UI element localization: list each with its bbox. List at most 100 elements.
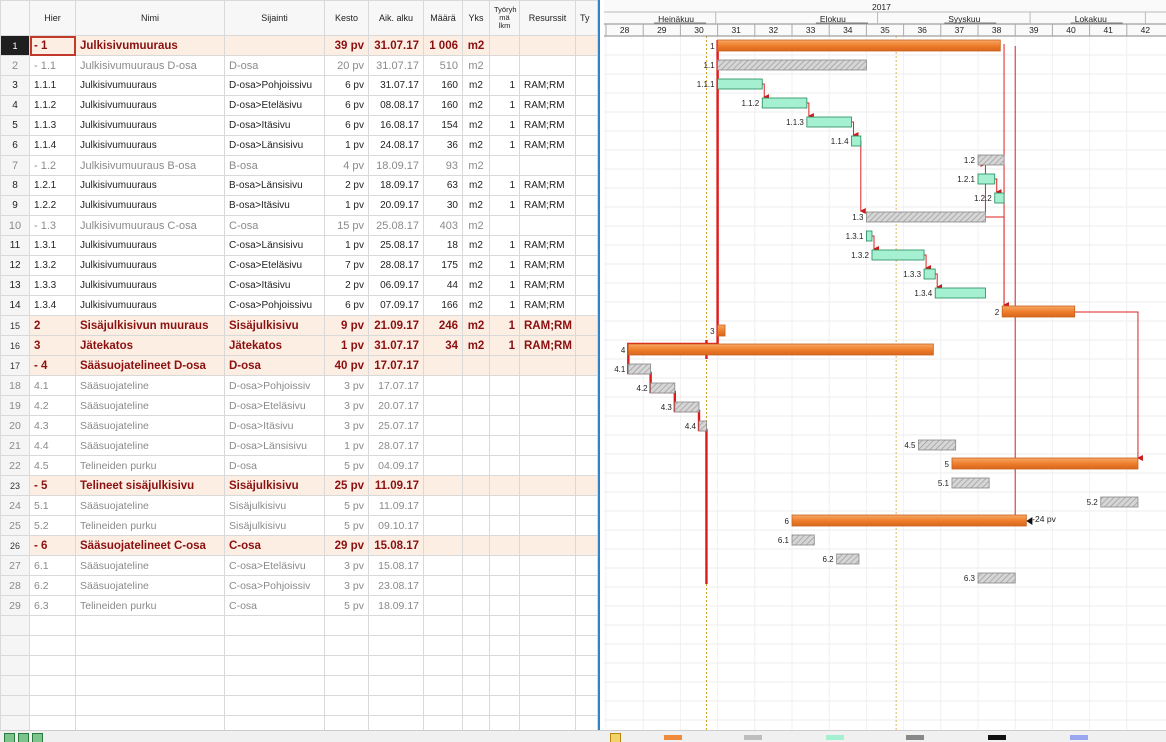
location-cell[interactable]: B-osa <box>224 155 325 176</box>
gantt-bar[interactable] <box>865 211 986 223</box>
start-cell[interactable]: 04.09.17 <box>368 455 424 476</box>
quantity-cell[interactable] <box>423 595 463 616</box>
quantity-cell[interactable]: 18 <box>423 235 463 256</box>
task-row[interactable]: 23- 5 Telineet sisäjulkisivu Sisäjulkisivu… <box>0 475 598 496</box>
duration-cell[interactable]: 6 pv <box>324 295 369 316</box>
unit-cell[interactable]: m2 <box>462 55 490 76</box>
col-duration[interactable]: Kesto <box>324 0 369 36</box>
hier-cell[interactable]: 1.3.4 <box>29 295 76 316</box>
type-cell[interactable] <box>575 555 598 576</box>
gantt-bar[interactable] <box>791 534 815 546</box>
crew-cell[interactable] <box>489 595 520 616</box>
start-cell[interactable]: 28.07.17 <box>368 435 424 456</box>
nav-next-icon[interactable] <box>32 733 43 742</box>
start-cell[interactable]: 17.07.17 <box>368 375 424 396</box>
empty-cell[interactable] <box>29 695 76 716</box>
resources-cell[interactable] <box>519 555 576 576</box>
location-cell[interactable]: D-osa>Eteläsivu <box>224 395 325 416</box>
col-rownum[interactable] <box>0 0 30 36</box>
location-cell[interactable]: D-osa <box>224 55 325 76</box>
quantity-cell[interactable]: 510 <box>423 55 463 76</box>
quantity-cell[interactable] <box>423 355 463 376</box>
start-cell[interactable]: 20.09.17 <box>368 195 424 216</box>
crew-cell[interactable] <box>489 155 520 176</box>
gantt-bar[interactable] <box>836 553 860 565</box>
quantity-cell[interactable] <box>423 515 463 536</box>
unit-cell[interactable]: m2 <box>462 315 490 336</box>
task-row[interactable]: 18 4.1 Sääsuojateline D-osa>Pohjoissiv 3 pv 1… <box>0 375 598 396</box>
duration-cell[interactable]: 1 pv <box>324 135 369 156</box>
empty-cell[interactable] <box>224 635 325 656</box>
location-cell[interactable]: D-osa>Itäsivu <box>224 115 325 136</box>
resources-cell[interactable] <box>519 55 576 76</box>
unit-cell[interactable]: m2 <box>462 135 490 156</box>
empty-cell[interactable] <box>575 695 598 716</box>
location-cell[interactable]: C-osa>Eteläsivu <box>224 555 325 576</box>
quantity-cell[interactable]: 246 <box>423 315 463 336</box>
type-cell[interactable] <box>575 275 598 296</box>
resources-cell[interactable] <box>519 415 576 436</box>
name-cell[interactable]: Sisäjulkisivun muuraus <box>75 315 225 336</box>
start-cell[interactable]: 24.08.17 <box>368 135 424 156</box>
type-cell[interactable] <box>575 495 598 516</box>
crew-cell[interactable]: 1 <box>489 275 520 296</box>
crew-cell[interactable]: 1 <box>489 315 520 336</box>
hier-cell[interactable]: - 1.3 <box>29 215 76 236</box>
name-cell[interactable]: Sääsuojateline <box>75 415 225 436</box>
name-cell[interactable]: Julkisivumuuraus <box>75 295 225 316</box>
location-cell[interactable]: C-osa>Pohjoissivu <box>224 295 325 316</box>
gantt-bar[interactable] <box>977 154 1005 166</box>
duration-cell[interactable]: 1 pv <box>324 235 369 256</box>
gantt-bar[interactable] <box>791 514 1027 527</box>
duration-cell[interactable]: 15 pv <box>324 215 369 236</box>
gantt-bar[interactable] <box>627 363 652 375</box>
name-cell[interactable]: Telineiden purku <box>75 455 225 476</box>
task-row[interactable]: 20 4.3 Sääsuojateline D-osa>Itäsivu 3 pv 25.0… <box>0 415 598 436</box>
crew-cell[interactable] <box>489 395 520 416</box>
task-row[interactable]: 25 5.2 Telineiden purku Sisäjulkisivu 5 pv 09… <box>0 515 598 536</box>
type-cell[interactable] <box>575 295 598 316</box>
duration-cell[interactable]: 6 pv <box>324 95 369 116</box>
gantt-bar[interactable] <box>650 382 676 394</box>
duration-cell[interactable]: 5 pv <box>324 595 369 616</box>
gantt-bar[interactable] <box>871 249 925 261</box>
resources-cell[interactable] <box>519 435 576 456</box>
quantity-cell[interactable] <box>423 395 463 416</box>
type-cell[interactable] <box>575 595 598 616</box>
start-cell[interactable]: 25.08.17 <box>368 215 424 236</box>
quantity-cell[interactable] <box>423 555 463 576</box>
location-cell[interactable]: D-osa>Pohjoissivu <box>224 75 325 96</box>
row-number[interactable]: 13 <box>0 275 30 296</box>
name-cell[interactable]: Sääsuojateline <box>75 435 225 456</box>
name-cell[interactable]: Sääsuojateline <box>75 375 225 396</box>
quantity-cell[interactable] <box>423 455 463 476</box>
hier-cell[interactable]: 6.3 <box>29 595 76 616</box>
location-cell[interactable]: C-osa <box>224 215 325 236</box>
empty-cell[interactable] <box>462 695 490 716</box>
duration-cell[interactable]: 2 pv <box>324 275 369 296</box>
crew-cell[interactable] <box>489 435 520 456</box>
unit-cell[interactable]: m2 <box>462 35 490 56</box>
row-number[interactable]: 4 <box>0 95 30 116</box>
task-row[interactable]: 9 1.2.2 Julkisivumuuraus B-osa>Itäsivu 1 pv 2… <box>0 195 598 216</box>
gantt-bar[interactable] <box>865 230 873 242</box>
quantity-cell[interactable]: 36 <box>423 135 463 156</box>
empty-cell[interactable] <box>224 675 325 696</box>
empty-cell[interactable] <box>368 675 424 696</box>
duration-cell[interactable]: 9 pv <box>324 315 369 336</box>
empty-cell[interactable] <box>224 695 325 716</box>
quantity-cell[interactable] <box>423 575 463 596</box>
crew-cell[interactable]: 1 <box>489 195 520 216</box>
crew-cell[interactable]: 1 <box>489 95 520 116</box>
resources-cell[interactable]: RAM;RM <box>519 135 576 156</box>
start-cell[interactable]: 25.07.17 <box>368 415 424 436</box>
name-cell[interactable]: Sääsuojatelineet C-osa <box>75 535 225 556</box>
empty-cell[interactable] <box>368 655 424 676</box>
gantt-bar[interactable] <box>977 572 1016 584</box>
name-cell[interactable]: Jätekatos <box>75 335 225 356</box>
task-row[interactable]: 7- 1.2 Julkisivumuuraus B-osa B-osa 4 pv 18.… <box>0 155 598 176</box>
task-row[interactable]: 22 4.5 Telineiden purku D-osa 5 pv 04.09.17 <box>0 455 598 476</box>
unit-cell[interactable]: m2 <box>462 255 490 276</box>
name-cell[interactable]: Julkisivumuuraus <box>75 175 225 196</box>
empty-cell[interactable] <box>519 655 576 676</box>
